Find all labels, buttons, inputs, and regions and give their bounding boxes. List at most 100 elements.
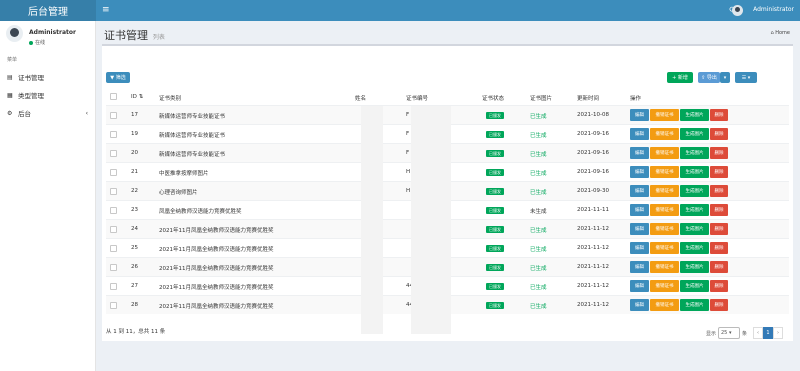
generate-image-button[interactable]: 生成图片	[680, 299, 709, 311]
redacted-name-area	[361, 106, 383, 334]
app-logo[interactable]: 后台管理	[0, 0, 96, 21]
generate-image-button[interactable]: 生成图片	[680, 109, 709, 121]
row-checkbox[interactable]	[110, 188, 117, 195]
add-button[interactable]: + 新增	[667, 72, 693, 83]
row-id: 21	[131, 169, 138, 175]
user-name: Administrator	[29, 29, 76, 36]
row-checkbox[interactable]	[110, 283, 117, 290]
menu-toggle-icon[interactable]: ≡	[102, 5, 110, 15]
generate-image-button[interactable]: 生成图片	[680, 185, 709, 197]
row-updated: 2021-11-12	[577, 302, 609, 308]
row-type: 新媒体运营师专业技能证书	[159, 152, 226, 158]
row-actions: 编辑 撤销证书 生成图片 删除	[630, 280, 729, 292]
select-all-checkbox[interactable]	[110, 93, 117, 100]
export-dropdown-button[interactable]: ▾	[720, 72, 730, 83]
edit-button[interactable]: 编辑	[630, 204, 649, 216]
generate-image-button[interactable]: 生成图片	[680, 147, 709, 159]
page-subtitle: 列表	[152, 34, 165, 41]
breadcrumb-home[interactable]: Home	[775, 30, 790, 36]
delete-button[interactable]: 删除	[710, 147, 728, 159]
row-type: 中医推拿按摩师图片	[159, 171, 209, 177]
revoke-button[interactable]: 撤销证书	[650, 280, 679, 292]
edit-button[interactable]: 编辑	[630, 128, 649, 140]
generate-image-button[interactable]: 生成图片	[680, 261, 709, 273]
delete-button[interactable]: 删除	[710, 185, 728, 197]
edit-button[interactable]: 编辑	[630, 109, 649, 121]
avatar[interactable]	[732, 5, 743, 16]
generate-image-button[interactable]: 生成图片	[680, 204, 709, 216]
revoke-button[interactable]: 撤销证书	[650, 109, 679, 121]
delete-button[interactable]: 删除	[710, 128, 728, 140]
edit-button[interactable]: 编辑	[630, 299, 649, 311]
status-badge: 已颁发	[486, 264, 504, 271]
row-checkbox[interactable]	[110, 169, 117, 176]
main-content: 证书管理 列表 ⌂ Home ▼ 筛选 + 新增 ⇪ 导出 ▾ ☰ ▾ ID ⇅…	[97, 21, 800, 371]
revoke-button[interactable]: 撤销证书	[650, 299, 679, 311]
revoke-button[interactable]: 撤销证书	[650, 128, 679, 140]
generate-image-button[interactable]: 生成图片	[680, 280, 709, 292]
revoke-button[interactable]: 撤销证书	[650, 147, 679, 159]
edit-button[interactable]: 编辑	[630, 242, 649, 254]
sidebar-item-label: 证书管理	[18, 74, 44, 82]
sidebar-item-types[interactable]: ▦ 类型管理	[0, 86, 95, 104]
delete-button[interactable]: 删除	[710, 299, 728, 311]
revoke-button[interactable]: 撤销证书	[650, 242, 679, 254]
delete-button[interactable]: 删除	[710, 223, 728, 235]
row-actions: 编辑 撤销证书 生成图片 删除	[630, 147, 729, 159]
row-actions: 编辑 撤销证书 生成图片 删除	[630, 204, 729, 216]
generate-image-button[interactable]: 生成图片	[680, 128, 709, 140]
row-checkbox[interactable]	[110, 150, 117, 157]
row-number: F	[406, 150, 410, 156]
breadcrumb[interactable]: ⌂ Home	[770, 30, 790, 36]
revoke-button[interactable]: 撤销证书	[650, 185, 679, 197]
row-checkbox[interactable]	[110, 207, 117, 214]
edit-button[interactable]: 编辑	[630, 280, 649, 292]
row-id: 27	[131, 283, 138, 289]
row-updated: 2021-09-16	[577, 169, 609, 175]
columns-button[interactable]: ☰ ▾	[735, 72, 757, 83]
online-dot-icon	[29, 40, 33, 45]
row-checkbox[interactable]	[110, 302, 117, 309]
generate-image-button[interactable]: 生成图片	[680, 242, 709, 254]
page-button-1[interactable]: 1	[763, 327, 773, 339]
export-button[interactable]: ⇪ 导出	[698, 72, 720, 83]
row-checkbox[interactable]	[110, 112, 117, 119]
next-page-button[interactable]: ›	[773, 327, 783, 339]
delete-button[interactable]: 删除	[710, 204, 728, 216]
prev-page-button[interactable]: ‹	[753, 327, 763, 339]
row-id: 22	[131, 188, 138, 194]
edit-button[interactable]: 编辑	[630, 147, 649, 159]
col-number: 证书编号	[406, 96, 429, 102]
delete-button[interactable]: 删除	[710, 166, 728, 178]
edit-button[interactable]: 编辑	[630, 223, 649, 235]
revoke-button[interactable]: 撤销证书	[650, 261, 679, 273]
row-updated: 2021-11-12	[577, 226, 609, 232]
row-number: F	[406, 131, 410, 137]
row-checkbox[interactable]	[110, 226, 117, 233]
delete-button[interactable]: 删除	[710, 261, 728, 273]
filter-button[interactable]: ▼ 筛选	[106, 72, 130, 83]
row-checkbox[interactable]	[110, 264, 117, 271]
revoke-button[interactable]: 撤销证书	[650, 223, 679, 235]
topbar-username[interactable]: Administrator	[753, 6, 794, 13]
sidebar-item-label: 类型管理	[18, 92, 44, 100]
delete-button[interactable]: 删除	[710, 242, 728, 254]
generate-image-button[interactable]: 生成图片	[680, 223, 709, 235]
page-size-select[interactable]: 25 ▾	[717, 327, 740, 339]
row-type: 2021年11月凤凰全纳教师汉语能力竞赛优胜奖	[159, 285, 274, 291]
delete-button[interactable]: 删除	[710, 280, 728, 292]
generate-image-button[interactable]: 生成图片	[680, 166, 709, 178]
revoke-button[interactable]: 撤销证书	[650, 166, 679, 178]
edit-button[interactable]: 编辑	[630, 166, 649, 178]
row-updated: 2021-11-12	[577, 264, 609, 270]
row-checkbox[interactable]	[110, 245, 117, 252]
edit-button[interactable]: 编辑	[630, 261, 649, 273]
user-status-label: 在线	[35, 40, 46, 46]
delete-button[interactable]: 删除	[710, 109, 728, 121]
row-checkbox[interactable]	[110, 131, 117, 138]
sidebar-item-admin[interactable]: ⚙ 后台 ‹	[0, 104, 95, 122]
edit-button[interactable]: 编辑	[630, 185, 649, 197]
sidebar-item-certificates[interactable]: ▤ 证书管理	[0, 68, 95, 86]
revoke-button[interactable]: 撤销证书	[650, 204, 679, 216]
col-id[interactable]: ID ⇅	[131, 94, 143, 100]
